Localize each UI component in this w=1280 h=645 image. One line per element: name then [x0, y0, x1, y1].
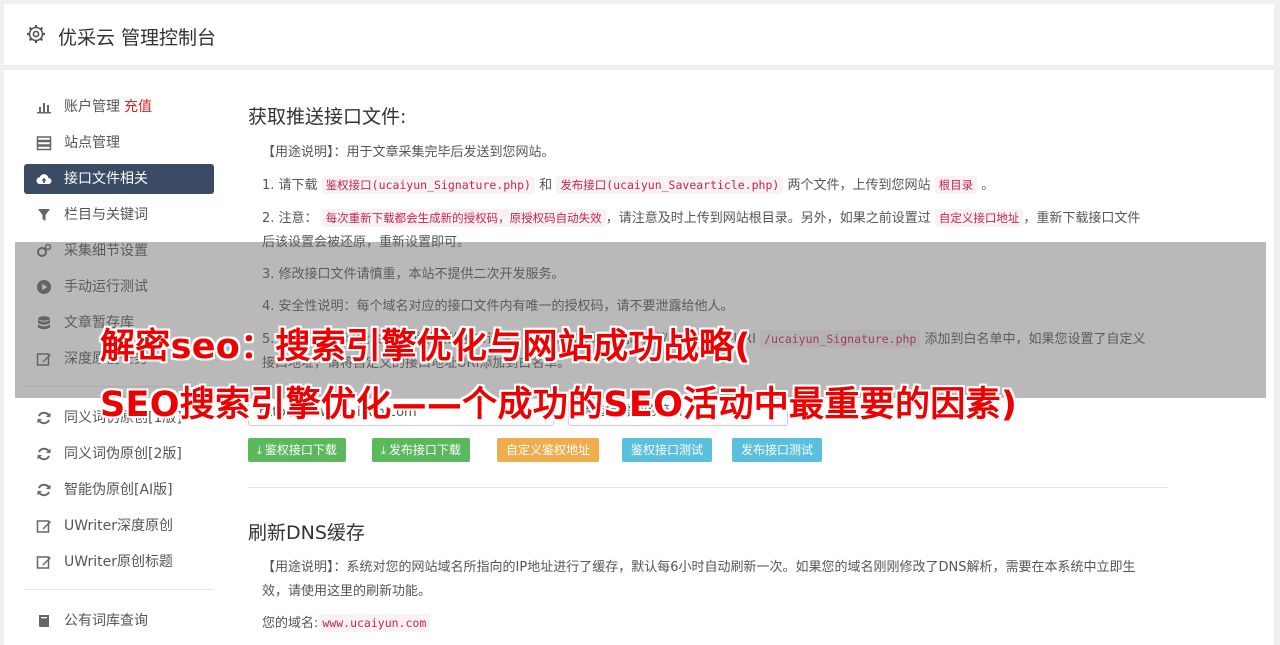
refresh-icon: [37, 483, 51, 497]
cloud-upload-icon: [36, 174, 52, 185]
sidebar-item-synonym-v2[interactable]: 同义词伪原创[2版]: [24, 439, 214, 469]
sidebar-item-label: 站点管理: [64, 135, 120, 151]
book-icon: [39, 615, 49, 627]
usage-paragraph: 【用途说明】：用于文章采集完毕后发送到您网站。: [262, 145, 555, 160]
server-icon: [36, 136, 52, 151]
publish-test-button[interactable]: 发布接口测试: [732, 438, 823, 462]
sidebar-item-label: 账户管理: [64, 99, 120, 115]
sidebar-item-uwriter-title[interactable]: UWriter原创标题: [24, 547, 214, 577]
edit-icon: [36, 556, 51, 569]
sidebar-item-label: 公有词库查询: [64, 613, 148, 629]
section-divider: [248, 487, 1168, 488]
sidebar-item-uwriter-deep[interactable]: UWriter深度原创: [24, 511, 214, 541]
section-title-push-files: 获取推送接口文件:: [248, 106, 407, 128]
sidebar-item-label: 同义词伪原创[2版]: [64, 446, 182, 462]
page-title: 优采云 管理控制台: [58, 27, 217, 49]
recharge-link[interactable]: 充值: [124, 99, 152, 115]
sidebar-item-label: 栏目与关键词: [64, 207, 148, 223]
sidebar-item-ai-rewrite[interactable]: 智能伪原创[AI版]: [24, 475, 214, 505]
sidebar-item-label: UWriter深度原创: [64, 518, 173, 534]
instruction-1: 1. 请下载 鉴权接口(ucaiyun_Signature.php) 和 发布接…: [262, 176, 995, 194]
sidebar-divider: [24, 589, 214, 590]
sidebar-item-sites[interactable]: 站点管理: [24, 128, 214, 158]
sidebar-item-label: UWriter原创标题: [64, 554, 173, 570]
sidebar-item-interface-files[interactable]: 接口文件相关: [24, 164, 214, 194]
publish-download-button[interactable]: ⤓ 发布接口下载: [372, 438, 470, 462]
section-title-dns: 刷新DNS缓存: [248, 522, 365, 544]
edit-icon: [36, 520, 51, 533]
page-header: 优采云 管理控制台: [4, 4, 1274, 66]
filter-icon: [38, 209, 50, 221]
sidebar-item-label: 智能伪原创[AI版]: [64, 482, 173, 498]
bar-chart-icon: [37, 103, 51, 114]
download-icon: ⤓: [257, 444, 262, 457]
gear-icon: [27, 25, 45, 43]
sidebar-item-public-thesaurus[interactable]: 公有词库查询: [24, 606, 214, 636]
sidebar-item-account[interactable]: 账户管理 充值: [24, 92, 214, 122]
overlay-line-1: 解密seo：搜索引擎优化与网站成功战略(: [100, 327, 751, 367]
sign-download-button[interactable]: ⤓ 鉴权接口下载: [248, 438, 346, 462]
download-icon: ⤓: [381, 444, 386, 457]
sidebar-item-columns-keywords[interactable]: 栏目与关键词: [24, 200, 214, 230]
overlay-headline: 解密seo：搜索引擎优化与网站成功战略( SEO搜索引擎优化——个成功的SEO活…: [100, 318, 1260, 434]
overlay-line-2: SEO搜索引擎优化——个成功的SEO活动中最重要的因素): [100, 385, 1018, 425]
sidebar-item-label: 接口文件相关: [64, 171, 148, 187]
domain-display: 您的域名: www.ucaiyun.com: [262, 611, 1152, 636]
refresh-icon: [37, 447, 51, 461]
sign-test-button[interactable]: 鉴权接口测试: [622, 438, 713, 462]
custom-auth-address-button[interactable]: 自定义鉴权地址: [497, 438, 600, 462]
dns-usage-paragraph: 【用途说明】：系统对您的网站域名所指向的IP地址进行了缓存，默认每6小时自动刷新…: [262, 560, 1136, 599]
refresh-icon: [37, 411, 51, 425]
